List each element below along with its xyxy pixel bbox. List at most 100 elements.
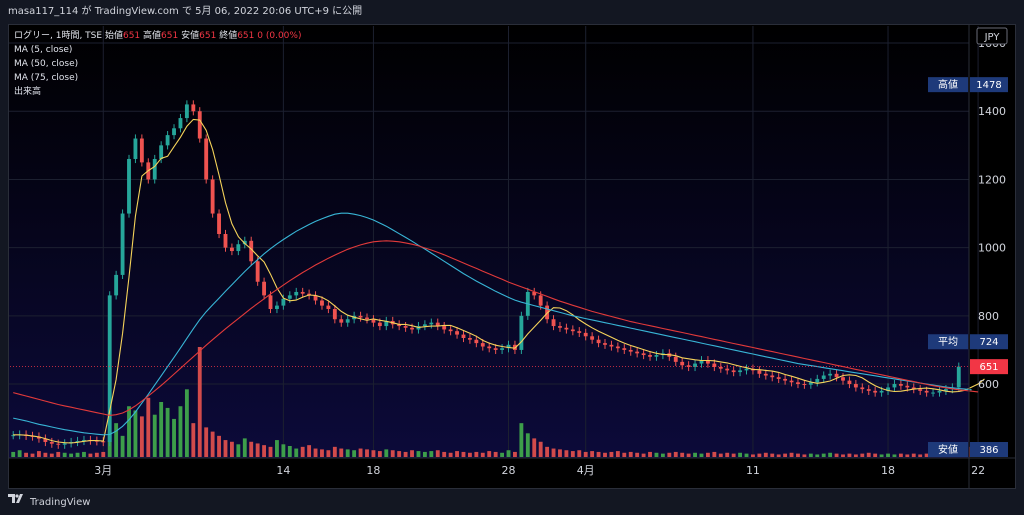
candle-body — [172, 128, 176, 136]
volume-bar — [352, 450, 357, 457]
footer-brand[interactable]: TradingView — [8, 492, 90, 512]
volume-bar — [268, 446, 273, 457]
volume-bar — [313, 448, 318, 457]
volume-bar — [667, 452, 672, 457]
footer-brand-label: TradingView — [30, 497, 91, 508]
volume-bar — [287, 446, 292, 457]
volume-bar — [223, 440, 228, 457]
volume-bar — [731, 453, 736, 457]
high-tag-label: 高値 — [938, 78, 958, 91]
volume-bar — [37, 451, 41, 457]
volume-bar — [751, 454, 755, 457]
volume-bar — [75, 452, 80, 457]
candle-body — [558, 326, 562, 328]
candle-body — [107, 295, 112, 442]
candle-body — [590, 336, 595, 340]
volume-bar — [918, 454, 923, 457]
volume-bar — [94, 452, 99, 457]
high-tag-value: 1478 — [976, 80, 1001, 91]
volume-bar — [789, 452, 794, 457]
candle-body — [236, 244, 241, 252]
candle-body — [905, 385, 910, 388]
volume-bar — [911, 453, 916, 457]
candle-body — [892, 384, 897, 388]
volume-bar — [365, 449, 369, 457]
legend-ma75[interactable]: MA (75, close) — [14, 71, 301, 85]
candle-body — [403, 326, 408, 328]
volume-bar — [326, 450, 331, 457]
candle-body — [184, 104, 189, 119]
candle-body — [332, 309, 337, 320]
volume-bar — [210, 431, 215, 457]
candle-body — [834, 373, 839, 378]
legend-ma5[interactable]: MA (5, close) — [14, 43, 301, 57]
volume-bar — [410, 450, 414, 457]
volume-bar — [120, 435, 125, 457]
candle-body — [429, 322, 434, 325]
volume-bar — [808, 453, 813, 457]
candle-body — [622, 348, 627, 350]
candle-body — [570, 329, 575, 332]
low-value: 651 — [199, 31, 217, 41]
volume-bar — [744, 453, 749, 457]
price-tick-label: 600 — [978, 378, 999, 391]
volume-bar — [660, 453, 665, 457]
volume-bar — [339, 448, 344, 457]
legend-ma50[interactable]: MA (50, close) — [14, 57, 301, 71]
candle-body — [275, 305, 279, 310]
candle-body — [294, 291, 299, 296]
candle-body — [693, 363, 697, 367]
candle-body — [191, 104, 196, 112]
time-tick-label: 3月 — [94, 464, 112, 477]
volume-bar — [577, 450, 582, 457]
volume-bar — [448, 452, 453, 457]
candle-body — [197, 111, 202, 139]
volume-bar — [712, 451, 717, 457]
volume-bar — [320, 449, 324, 457]
candle-body — [152, 158, 157, 180]
open-value: 651 — [122, 31, 141, 41]
candle-body — [937, 390, 942, 393]
volume-bar — [513, 451, 517, 457]
volume-bar — [467, 452, 472, 457]
volume-bar — [725, 452, 730, 457]
candle-body — [879, 390, 884, 393]
avg-tag-label: 平均 — [938, 336, 958, 348]
volume-bar — [24, 452, 29, 457]
candle-body — [62, 443, 67, 445]
candle-body — [744, 368, 749, 371]
volume-bar — [114, 423, 119, 457]
volume-bar — [628, 451, 633, 457]
volume-bar — [30, 453, 35, 457]
candle-body — [828, 373, 833, 376]
volume-bar — [17, 450, 22, 457]
volume-bar — [770, 453, 775, 457]
volume-bar — [43, 452, 48, 457]
time-tick-label: 14 — [276, 464, 290, 477]
candle-body — [725, 368, 730, 371]
volume-bar — [56, 451, 61, 457]
candle-body — [345, 319, 350, 323]
candle-body — [648, 355, 652, 357]
volume-bar — [204, 427, 209, 457]
volume-bar — [487, 451, 492, 457]
volume-bar — [654, 452, 659, 457]
time-tick-label: 18 — [881, 464, 895, 477]
volume-bar — [236, 444, 241, 457]
currency-label: JPY — [984, 32, 1001, 43]
legend-volume[interactable]: 出来高 — [14, 85, 301, 99]
chart-legend: ログリー, 1時間, TSE 始値651 高値651 安値651 終値651 0… — [14, 29, 301, 99]
ohlc-row: ログリー, 1時間, TSE 始値651 高値651 安値651 終値651 0… — [14, 29, 301, 43]
candle-body — [268, 295, 273, 310]
symbol-label[interactable]: ログリー, 1時間, TSE — [14, 31, 102, 41]
volume-bar — [763, 452, 768, 457]
volume-bar — [249, 441, 254, 457]
volume-bar — [622, 452, 627, 457]
candle-body — [49, 441, 54, 444]
candle-body — [918, 389, 923, 391]
volume-bar — [898, 453, 903, 457]
volume-bar — [82, 451, 86, 457]
time-axis[interactable]: 3月1418284月1118225月 — [94, 464, 1024, 477]
volume-bar — [461, 451, 466, 457]
volume-bar — [281, 444, 286, 457]
